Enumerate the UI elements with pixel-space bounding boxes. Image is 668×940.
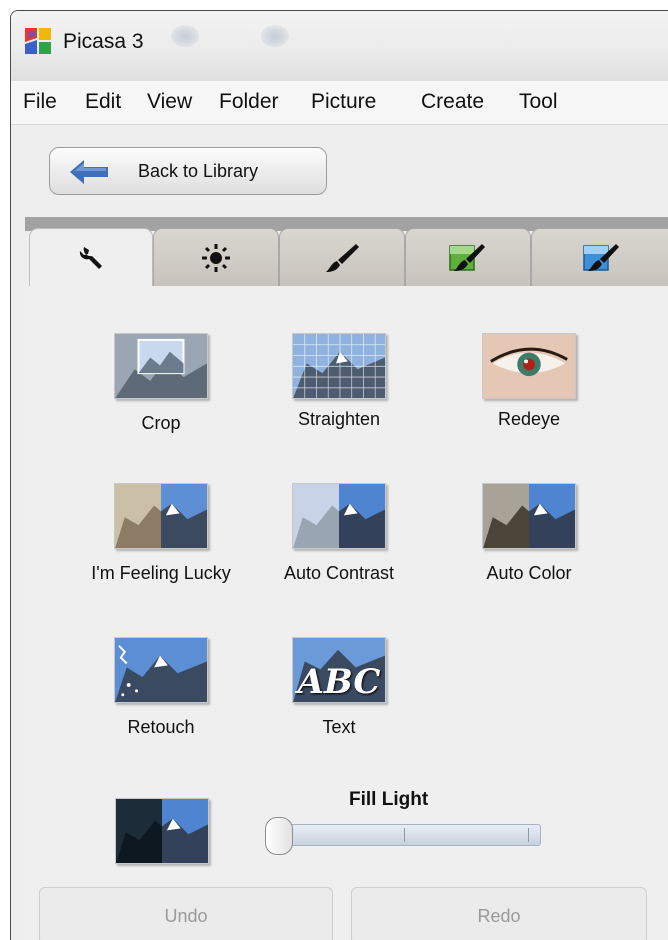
- menu-folder[interactable]: Folder: [219, 90, 279, 114]
- picasa-logo-icon: [25, 28, 51, 54]
- undo-button[interactable]: Undo: [39, 887, 333, 940]
- feeling-lucky-label: I'm Feeling Lucky: [91, 563, 231, 583]
- title-bar: Picasa 3: [11, 11, 668, 81]
- redeye-label: Redeye: [497, 409, 561, 429]
- feeling-lucky-tool[interactable]: I'm Feeling Lucky: [73, 483, 249, 613]
- menu-bar: File Edit View Folder Picture Create Too…: [11, 81, 668, 125]
- menu-tools[interactable]: Tool: [519, 90, 558, 114]
- edit-tabs: [25, 228, 668, 288]
- menu-view[interactable]: View: [147, 90, 192, 114]
- retouch-tool[interactable]: Retouch: [73, 637, 249, 767]
- fill-light-label: Fill Light: [349, 789, 429, 810]
- tab-tuning[interactable]: [153, 228, 279, 286]
- back-arrow-icon: [70, 160, 108, 184]
- slider-tick: [404, 828, 405, 842]
- text-overlay: ABC: [297, 662, 381, 702]
- undo-label: Undo: [164, 906, 208, 926]
- crop-label: Crop: [141, 413, 181, 433]
- blue-brush-icon: [583, 243, 619, 271]
- back-to-library-label: Back to Library: [138, 161, 259, 181]
- tab-effects-3[interactable]: [531, 228, 668, 286]
- redo-label: Redo: [477, 906, 521, 926]
- auto-contrast-tool[interactable]: Auto Contrast: [251, 483, 427, 613]
- wrench-icon: [79, 246, 102, 269]
- auto-contrast-label: Auto Contrast: [283, 563, 395, 583]
- fill-light-thumbnail-icon: [115, 798, 209, 864]
- menu-edit[interactable]: Edit: [85, 90, 121, 114]
- straighten-tool[interactable]: Straighten: [251, 333, 427, 463]
- menu-picture[interactable]: Picture: [311, 90, 376, 114]
- retouch-label: Retouch: [127, 717, 195, 737]
- redo-button[interactable]: Redo: [351, 887, 647, 940]
- green-brush-icon: [449, 243, 485, 271]
- quick-access-shadow: [261, 25, 289, 47]
- straighten-label: Straighten: [297, 409, 381, 429]
- back-to-library-button[interactable]: Back to Library: [49, 147, 327, 195]
- tab-basic-fixes[interactable]: [29, 228, 153, 288]
- fill-light-slider-thumb[interactable]: [265, 817, 293, 855]
- auto-color-thumbnail-icon: [482, 483, 576, 549]
- picasa-window: Picasa 3 File Edit View Folder Picture C…: [10, 10, 668, 940]
- menu-file[interactable]: File: [23, 90, 57, 114]
- sun-icon: [202, 243, 230, 272]
- tab-effects-2[interactable]: [405, 228, 531, 286]
- auto-color-tool[interactable]: Auto Color: [441, 483, 617, 613]
- crop-thumbnail-icon: [114, 333, 208, 399]
- feeling-lucky-thumbnail-icon: [114, 483, 208, 549]
- straighten-thumbnail-icon: [292, 333, 386, 399]
- quick-access-shadow: [171, 25, 199, 47]
- brush-icon: [326, 243, 359, 272]
- fill-light-slider[interactable]: [275, 824, 541, 846]
- text-thumbnail-icon: ABC: [292, 637, 386, 703]
- tab-effects-1[interactable]: [279, 228, 405, 286]
- text-tool[interactable]: ABC Text: [251, 637, 427, 767]
- auto-color-label: Auto Color: [486, 563, 572, 583]
- redeye-tool[interactable]: Redeye: [441, 333, 617, 463]
- retouch-thumbnail-icon: [114, 637, 208, 703]
- auto-contrast-thumbnail-icon: [292, 483, 386, 549]
- redeye-thumbnail-icon: [482, 333, 576, 399]
- window-title: Picasa 3: [63, 30, 144, 53]
- slider-tick: [528, 828, 529, 842]
- crop-tool[interactable]: Crop: [73, 333, 249, 463]
- text-label: Text: [322, 717, 356, 737]
- menu-create[interactable]: Create: [421, 90, 484, 114]
